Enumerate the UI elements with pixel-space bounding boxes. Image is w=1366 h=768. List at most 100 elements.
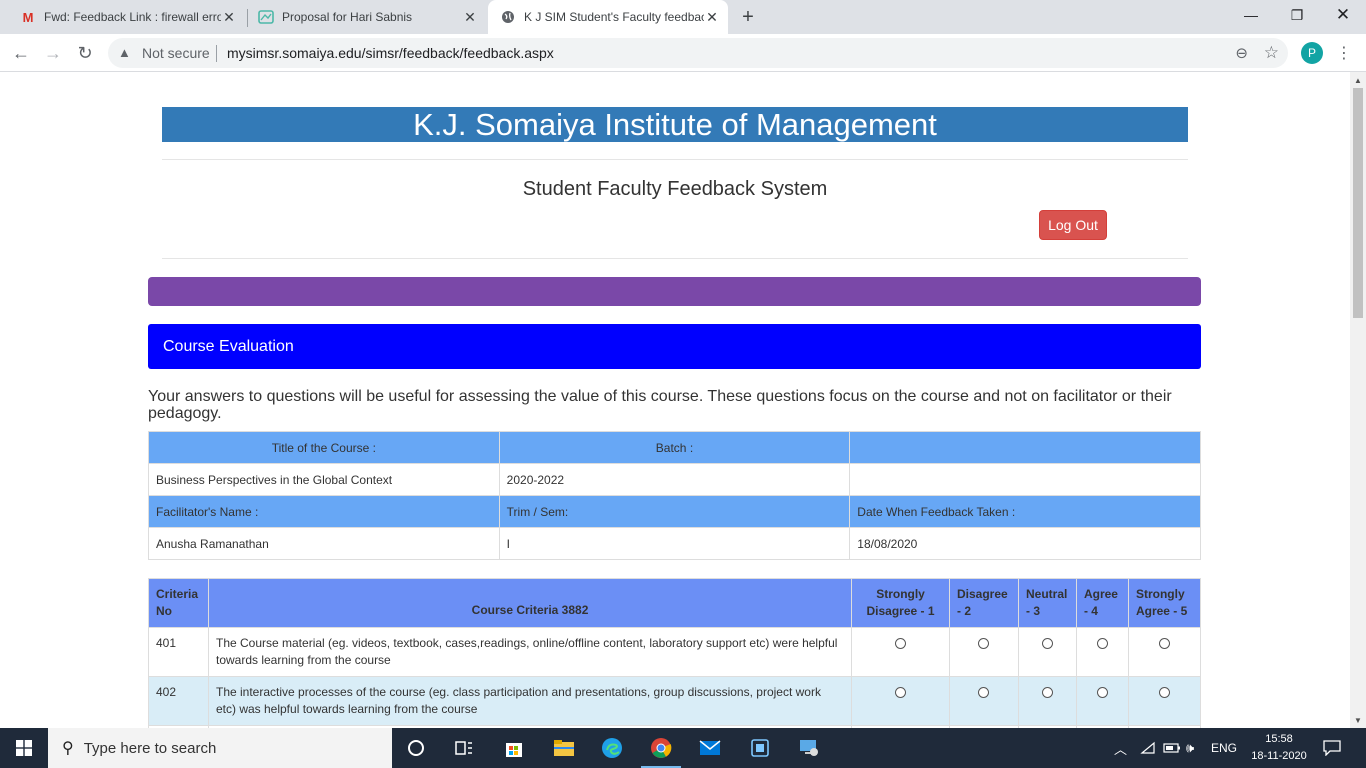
security-label[interactable]: Not secure [142, 45, 210, 61]
back-icon[interactable]: ← [8, 40, 34, 66]
radio-button[interactable] [1158, 638, 1170, 649]
warning-icon[interactable]: ▲ [118, 45, 131, 60]
divider [216, 45, 217, 62]
file-explorer-icon[interactable] [540, 728, 588, 768]
edge-icon[interactable] [588, 728, 636, 768]
radio-strongly-disagree[interactable] [851, 627, 950, 677]
tab-gmail[interactable]: M Fwd: Feedback Link : firewall erro ✕ [0, 0, 245, 34]
radio-button[interactable] [895, 687, 907, 698]
scroll-up-icon[interactable]: ▲ [1350, 72, 1366, 88]
tab-title: K J SIM Student's Faculty feedbac [524, 10, 704, 24]
search-placeholder: Type here to search [83, 739, 217, 757]
restore-icon[interactable]: ❐ [1274, 0, 1320, 30]
gmail-icon: M [22, 9, 34, 25]
system-clock[interactable]: 15:58 18-11-2020 [1248, 731, 1310, 765]
radio-strongly-agree[interactable] [1127, 627, 1202, 677]
column-header: Criteria No [148, 578, 209, 628]
radio-disagree[interactable] [949, 676, 1019, 726]
close-icon[interactable]: ✕ [221, 9, 237, 25]
table-cell: Facilitator's Name : [148, 495, 500, 528]
notifications-icon[interactable] [1323, 728, 1341, 768]
table-cell: Date When Feedback Taken : [849, 495, 1201, 528]
radio-neutral[interactable] [1017, 676, 1077, 726]
radio-button[interactable] [895, 638, 907, 649]
page-viewport: K.J. Somaiya Institute of Management Stu… [0, 72, 1350, 728]
volume-icon[interactable]: 🕪 [1186, 728, 1194, 768]
radio-button[interactable] [1158, 687, 1170, 698]
criteria-text: The interactive processes of the course … [207, 676, 853, 726]
divider [162, 159, 1188, 160]
tab-feedback[interactable]: K J SIM Student's Faculty feedbac ✕ [488, 0, 728, 34]
cortana-icon[interactable] [392, 728, 440, 768]
scroll-down-icon[interactable]: ▼ [1350, 712, 1366, 728]
table-cell: Business Perspectives in the Global Cont… [148, 463, 500, 496]
close-icon[interactable]: ✕ [462, 9, 478, 25]
bookmark-star-icon[interactable]: ☆ [1264, 43, 1279, 63]
battery-icon[interactable] [1163, 728, 1181, 768]
minimize-icon[interactable]: — [1228, 0, 1274, 30]
zoom-icon[interactable]: ⊖ [1235, 44, 1248, 62]
radio-strongly-agree[interactable] [1127, 676, 1202, 726]
mail-icon[interactable] [686, 728, 734, 768]
radio-agree[interactable] [1075, 676, 1129, 726]
forward-icon[interactable]: → [40, 40, 66, 66]
tab-title: Fwd: Feedback Link : firewall erro [44, 10, 221, 24]
column-header: Strongly Agree - 5 [1127, 578, 1202, 628]
criteria-text: The Course material (eg. videos, textboo… [207, 627, 853, 677]
table-row: Facilitator's Name : Trim / Sem: Date Wh… [148, 495, 1201, 528]
page-title: Student Faculty Feedback System [522, 178, 828, 200]
chrome-icon[interactable] [637, 728, 685, 768]
close-icon[interactable]: ✕ [704, 9, 720, 25]
table-row: 401 The Course material (eg. videos, tex… [148, 627, 1202, 677]
panel-heading: Course Evaluation [148, 324, 1201, 369]
logout-button[interactable]: Log Out [1039, 210, 1107, 240]
reload-icon[interactable]: ↻ [72, 40, 98, 66]
vertical-scrollbar[interactable]: ▲ ▼ [1350, 72, 1366, 728]
radio-strongly-disagree[interactable] [851, 676, 950, 726]
table-cell [849, 463, 1201, 496]
divider [162, 258, 1188, 259]
radio-agree[interactable] [1075, 627, 1129, 677]
course-info-table: Title of the Course : Batch : Business P… [148, 431, 1201, 560]
criteria-no: 401 [148, 627, 209, 677]
column-header: Agree - 4 [1075, 578, 1129, 628]
language-indicator[interactable]: ENG [1211, 728, 1237, 768]
table-cell: I [498, 527, 851, 560]
tab-strip: M Fwd: Feedback Link : firewall erro ✕ P… [0, 0, 1366, 34]
remote-desktop-icon[interactable] [785, 728, 833, 768]
profile-avatar[interactable]: P [1301, 42, 1323, 64]
taskbar-search[interactable]: ⚲ Type here to search [48, 728, 392, 768]
show-hidden-icons[interactable]: ︿ [1114, 728, 1127, 768]
wifi-icon[interactable] [1140, 728, 1156, 768]
browser-toolbar: ← → ↻ ▲ Not secure mysimsr.somaiya.edu/s… [0, 34, 1366, 72]
column-header: Course Criteria 3882 [207, 578, 853, 628]
table-cell: Batch : [498, 431, 851, 464]
radio-neutral[interactable] [1017, 627, 1077, 677]
radio-button[interactable] [1096, 687, 1108, 698]
radio-disagree[interactable] [949, 627, 1019, 677]
table-cell: Anusha Ramanathan [148, 527, 500, 560]
radio-button[interactable] [1096, 638, 1108, 649]
store-icon[interactable] [490, 728, 538, 768]
table-header-row: Criteria No Course Criteria 3882 Strongl… [148, 578, 1202, 628]
table-row: Business Perspectives in the Global Cont… [148, 463, 1201, 496]
radio-button[interactable] [1041, 638, 1053, 649]
calendar-app-icon[interactable] [736, 728, 784, 768]
menu-icon[interactable]: ⋮ [1336, 42, 1352, 64]
task-view-icon[interactable] [440, 728, 488, 768]
tab-proposal[interactable]: Proposal for Hari Sabnis ✕ [238, 0, 486, 34]
scrollbar-thumb[interactable] [1353, 88, 1363, 318]
clock-time: 15:58 [1265, 733, 1293, 745]
close-window-icon[interactable]: ✕ [1320, 0, 1366, 30]
criteria-table: Criteria No Course Criteria 3882 Strongl… [148, 578, 1202, 728]
windows-start-icon[interactable] [0, 728, 48, 768]
address-bar[interactable]: ▲ Not secure mysimsr.somaiya.edu/simsr/f… [108, 38, 1288, 68]
institute-banner: K.J. Somaiya Institute of Management [162, 107, 1188, 142]
tab-title: Proposal for Hari Sabnis [282, 10, 413, 24]
new-tab-icon[interactable]: + [737, 6, 759, 28]
radio-button[interactable] [978, 638, 990, 649]
radio-button[interactable] [1041, 687, 1053, 698]
nav-bar [148, 277, 1201, 306]
url-text[interactable]: mysimsr.somaiya.edu/simsr/feedback/feedb… [227, 45, 554, 61]
radio-button[interactable] [978, 687, 990, 698]
